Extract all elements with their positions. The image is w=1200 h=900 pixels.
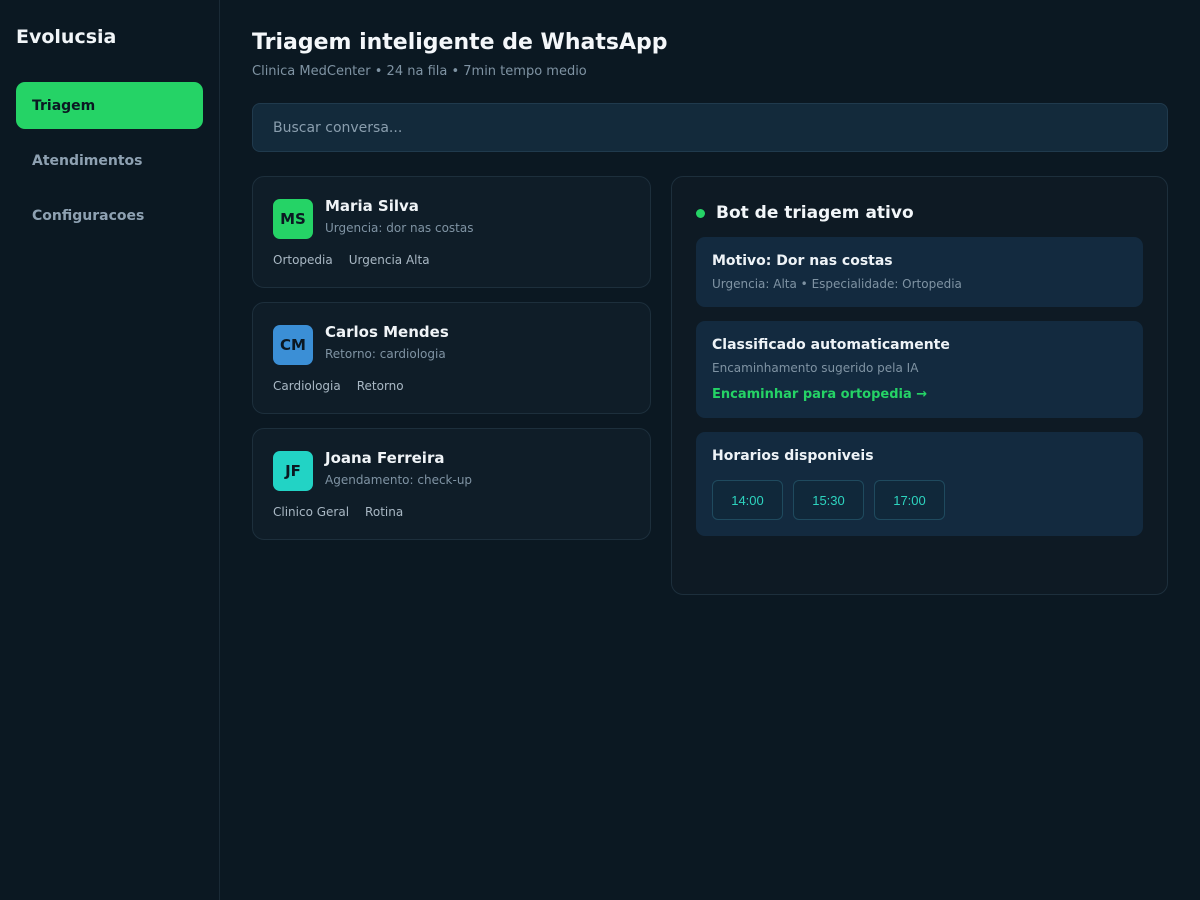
conversation-description: Agendamento: check-up — [325, 473, 473, 487]
sidebar-item-configuracoes[interactable]: Configuracoes — [16, 192, 203, 239]
sidebar-item-triagem[interactable]: Triagem — [16, 82, 203, 129]
sidebar: Evolucsia Triagem Atendimentos Configura… — [0, 0, 220, 900]
tag: Urgencia Alta — [348, 253, 430, 267]
tag: Cardiologia — [273, 379, 341, 393]
sidebar-nav: Triagem Atendimentos Configuracoes — [16, 82, 203, 239]
conversation-card[interactable]: JF Joana Ferreira Agendamento: check-up … — [252, 428, 651, 540]
available-times-title: Horarios disponiveis — [712, 448, 874, 464]
conversation-name: Carlos Mendes — [325, 323, 449, 341]
bot-header: Bot de triagem ativo — [696, 203, 1143, 223]
bot-title: Bot de triagem ativo — [716, 203, 914, 223]
main-content: Triagem inteligente de WhatsApp Clinica … — [220, 0, 1200, 900]
tag: Rotina — [365, 505, 404, 519]
conversation-description: Retorno: cardiologia — [325, 347, 446, 361]
page-subtitle: Clinica MedCenter • 24 na fila • 7min te… — [252, 64, 587, 79]
motivo-title: Motivo: Dor nas costas — [712, 253, 893, 269]
conversation-description: Urgencia: dor nas costas — [325, 221, 474, 235]
avatar: JF — [273, 451, 313, 491]
classification-card: Classificado automaticamente Encaminhame… — [696, 321, 1143, 418]
conversation-name: Joana Ferreira — [325, 449, 445, 467]
classification-description: Encaminhamento sugerido pela IA — [712, 361, 919, 375]
motivo-card: Motivo: Dor nas costas Urgencia: Alta • … — [696, 237, 1143, 307]
brand-logo: Evolucsia — [16, 26, 117, 48]
bot-panel: Bot de triagem ativo Motivo: Dor nas cos… — [671, 176, 1168, 595]
conversation-tags: Clinico Geral Rotina — [273, 505, 630, 519]
conversation-name: Maria Silva — [325, 197, 419, 215]
conversation-header: JF Joana Ferreira Agendamento: check-up — [273, 449, 630, 491]
status-dot-icon — [696, 208, 705, 218]
conversation-header: CM Carlos Mendes Retorno: cardiologia — [273, 323, 630, 365]
sidebar-item-atendimentos[interactable]: Atendimentos — [16, 137, 203, 184]
tag: Ortopedia — [273, 253, 333, 267]
content-area: MS Maria Silva Urgencia: dor nas costas … — [252, 176, 1168, 595]
time-slot-button[interactable]: 15:30 — [793, 480, 864, 520]
classification-title: Classificado automaticamente — [712, 337, 950, 353]
motivo-description: Urgencia: Alta • Especialidade: Ortopedi… — [712, 277, 962, 291]
sidebar-item-label: Atendimentos — [32, 152, 143, 169]
conversation-header: MS Maria Silva Urgencia: dor nas costas — [273, 197, 630, 239]
tag: Clinico Geral — [273, 505, 350, 519]
conversation-tags: Cardiologia Retorno — [273, 379, 630, 393]
conversation-info: Carlos Mendes Retorno: cardiologia — [325, 323, 449, 361]
page-title: Triagem inteligente de WhatsApp — [252, 30, 668, 55]
avatar: MS — [273, 199, 313, 239]
conversation-info: Joana Ferreira Agendamento: check-up — [325, 449, 472, 487]
conversation-tags: Ortopedia Urgencia Alta — [273, 253, 630, 267]
sidebar-item-label: Configuracoes — [32, 207, 145, 224]
forward-orthopedics-link[interactable]: Encaminhar para ortopedia → — [712, 387, 927, 402]
time-slots: 14:00 15:30 17:00 — [712, 480, 1127, 520]
tag: Retorno — [356, 379, 404, 393]
search-input[interactable] — [273, 119, 1147, 136]
search-bar — [252, 103, 1168, 152]
avatar: CM — [273, 325, 313, 365]
available-times-card: Horarios disponiveis 14:00 15:30 17:00 — [696, 432, 1143, 536]
app-root: Evolucsia Triagem Atendimentos Configura… — [0, 0, 1200, 900]
sidebar-item-label: Triagem — [32, 97, 96, 114]
conversation-list: MS Maria Silva Urgencia: dor nas costas … — [252, 176, 651, 540]
conversation-card[interactable]: MS Maria Silva Urgencia: dor nas costas … — [252, 176, 651, 288]
time-slot-button[interactable]: 17:00 — [874, 480, 945, 520]
time-slot-button[interactable]: 14:00 — [712, 480, 783, 520]
conversation-card[interactable]: CM Carlos Mendes Retorno: cardiologia Ca… — [252, 302, 651, 414]
conversation-info: Maria Silva Urgencia: dor nas costas — [325, 197, 474, 235]
